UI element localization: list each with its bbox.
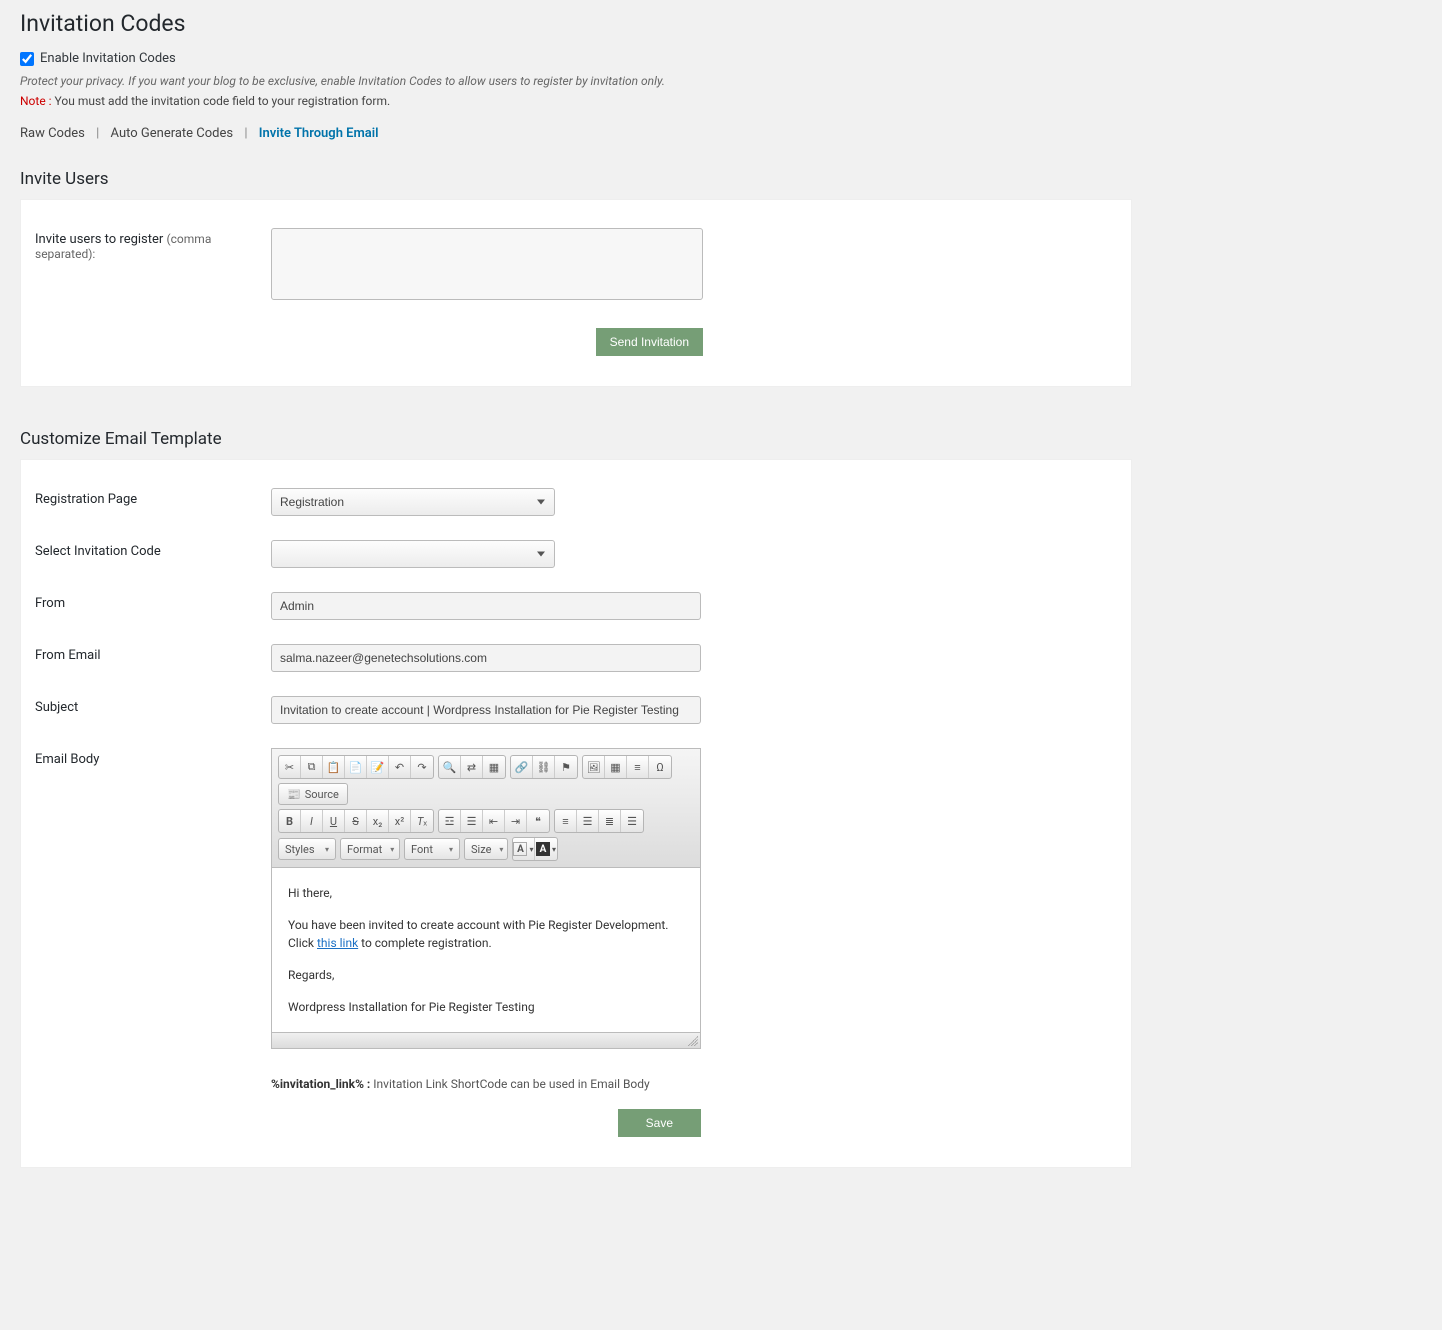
registration-page-label: Registration Page [35,488,271,507]
send-invitation-button[interactable]: Send Invitation [596,328,703,356]
privacy-note: Protect your privacy. If you want your b… [0,70,1442,90]
tabs: Raw Codes | Auto Generate Codes | Invite… [0,118,1442,151]
subscript-icon[interactable]: x₂ [367,810,389,832]
note-prefix: Note : [20,94,52,108]
underline-icon[interactable]: U [323,810,345,832]
undo-icon[interactable]: ↶ [389,756,411,778]
bullist-icon[interactable]: ☰ [461,810,483,832]
email-body-editor: ✂ ⧉ 📋 📄 📝 ↶ ↷ 🔍 ⇄ ▦ [271,748,701,1049]
body-signature: Wordpress Installation for Pie Register … [288,998,684,1016]
styles-dropdown[interactable]: Styles▾ [278,838,336,860]
body-greeting: Hi there, [288,884,684,902]
editor-toolbar: ✂ ⧉ 📋 📄 📝 ↶ ↷ 🔍 ⇄ ▦ [272,749,700,868]
italic-icon[interactable]: I [301,810,323,832]
registration-page-select[interactable]: Registration [271,488,555,516]
align-justify-icon[interactable]: ☰ [621,810,643,832]
note-text: You must add the invitation code field t… [52,94,391,108]
copy-icon[interactable]: ⧉ [301,756,323,778]
body-line1: You have been invited to create account … [288,916,684,952]
invite-emails-textarea[interactable] [271,228,703,300]
from-email-label: From Email [35,644,271,663]
customize-template-panel: Registration Page Registration Select In… [20,459,1132,1168]
format-dropdown[interactable]: Format▾ [340,838,400,860]
editor-content[interactable]: Hi there, You have been invited to creat… [272,868,700,1032]
numlist-icon[interactable]: ☲ [439,810,461,832]
source-button[interactable]: 📰 Source [278,783,348,805]
blockquote-icon[interactable]: ❝ [527,810,549,832]
page-title: Invitation Codes [0,0,1442,45]
link-icon[interactable]: 🔗 [511,756,533,778]
from-label: From [35,592,271,611]
unlink-icon[interactable]: ⛓ [533,756,555,778]
invite-users-panel: Invite users to register (comma separate… [20,199,1132,387]
body-regards: Regards, [288,966,684,984]
image-icon[interactable]: 🖼 [583,756,605,778]
subject-label: Subject [35,696,271,715]
superscript-icon[interactable]: x² [389,810,411,832]
cut-icon[interactable]: ✂ [279,756,301,778]
indent-icon[interactable]: ⇥ [505,810,527,832]
invitation-code-select[interactable] [271,540,555,568]
replace-icon[interactable]: ⇄ [461,756,483,778]
tab-raw-codes[interactable]: Raw Codes [20,126,85,141]
font-dropdown[interactable]: Font▾ [404,838,460,860]
source-icon: 📰 [287,788,301,801]
text-color-button[interactable]: A▾ [513,838,535,860]
hr-icon[interactable]: ≡ [627,756,649,778]
outdent-icon[interactable]: ⇤ [483,810,505,832]
from-input[interactable] [271,592,701,620]
save-button[interactable]: Save [618,1109,701,1137]
email-body-label: Email Body [35,748,271,767]
strike-icon[interactable]: S [345,810,367,832]
paste-text-icon[interactable]: 📄 [345,756,367,778]
find-icon[interactable]: 🔍 [439,756,461,778]
tab-auto-generate[interactable]: Auto Generate Codes [111,126,234,141]
removeformat-icon[interactable]: Tₓ [411,810,433,832]
tab-invite-email[interactable]: Invite Through Email [259,126,379,141]
specialchar-icon[interactable]: Ω [649,756,671,778]
enable-invitation-label: Enable Invitation Codes [40,51,176,66]
bold-icon[interactable]: B [279,810,301,832]
align-right-icon[interactable]: ≣ [599,810,621,832]
anchor-icon[interactable]: ⚑ [555,756,577,778]
invite-emails-label: Invite users to register (comma separate… [35,228,271,262]
selectall-icon[interactable]: ▦ [483,756,505,778]
from-email-input[interactable] [271,644,701,672]
subject-input[interactable] [271,696,701,724]
enable-invitation-checkbox[interactable] [20,52,34,66]
shortcode-note: %invitation_link% : Invitation Link Shor… [271,1077,1117,1091]
paste-word-icon[interactable]: 📝 [367,756,389,778]
invitation-code-label: Select Invitation Code [35,540,271,559]
size-dropdown[interactable]: Size▾ [464,838,508,860]
tab-separator: | [88,126,107,141]
tab-separator: | [236,126,255,141]
body-link[interactable]: this link [317,936,358,950]
table-icon[interactable]: ▦ [605,756,627,778]
bg-color-button[interactable]: A▾ [535,838,557,860]
editor-resize-handle[interactable] [272,1032,700,1048]
align-left-icon[interactable]: ≡ [555,810,577,832]
redo-icon[interactable]: ↷ [411,756,433,778]
invite-users-heading: Invite Users [0,151,1442,199]
paste-icon[interactable]: 📋 [323,756,345,778]
align-center-icon[interactable]: ☰ [577,810,599,832]
note-line: Note : You must add the invitation code … [0,90,1442,118]
customize-template-heading: Customize Email Template [0,387,1442,459]
